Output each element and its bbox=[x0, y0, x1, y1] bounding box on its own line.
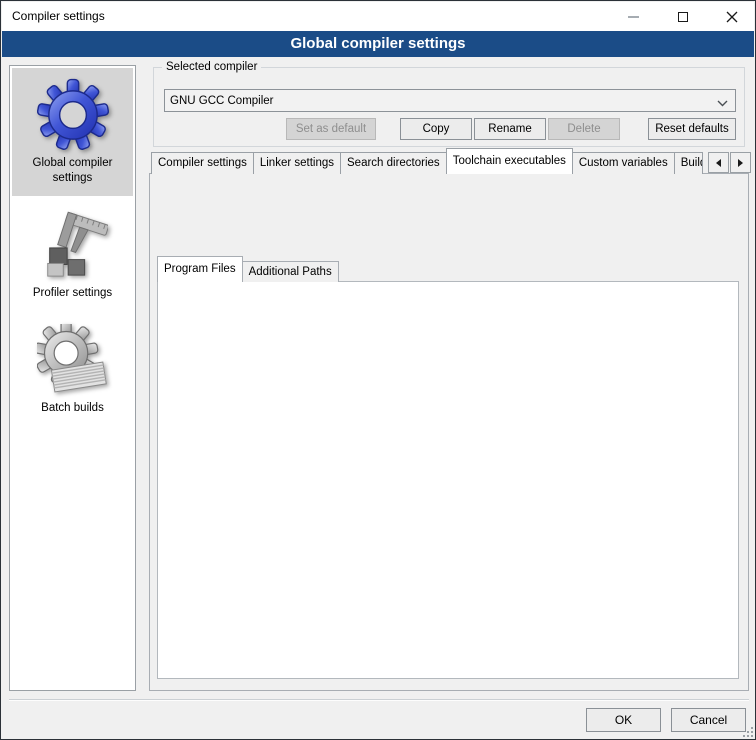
tab-scroll-left-icon bbox=[716, 159, 721, 167]
close-icon bbox=[726, 11, 738, 23]
group-legend: Selected compiler bbox=[162, 60, 261, 75]
sidebar-item-label: Batch builds bbox=[12, 399, 133, 426]
settings-sidebar: Global compiler settings Profiler settin… bbox=[9, 65, 136, 691]
rename-button[interactable]: Rename bbox=[474, 118, 546, 140]
tab-search-directories[interactable]: Search directories bbox=[340, 152, 447, 174]
minimize-icon bbox=[628, 16, 639, 18]
selected-compiler-group: Selected compiler GNU GCC Compiler Set a… bbox=[153, 67, 745, 147]
minimize-button[interactable] bbox=[611, 2, 656, 31]
tab-additional-paths[interactable]: Additional Paths bbox=[242, 261, 339, 282]
sidebar-item-label: Profiler settings bbox=[12, 284, 133, 311]
tab-scroll-right-button[interactable] bbox=[730, 152, 751, 173]
ok-button[interactable]: OK bbox=[586, 708, 661, 732]
reset-defaults-button[interactable]: Reset defaults bbox=[648, 118, 736, 140]
compiler-settings-dialog: Compiler settings Global compiler settin… bbox=[0, 0, 756, 740]
sidebar-item-profiler-settings[interactable]: Profiler settings bbox=[12, 198, 133, 311]
chevron-down-icon bbox=[717, 98, 728, 110]
tab-program-files[interactable]: Program Files bbox=[157, 256, 243, 282]
tab-custom-variables[interactable]: Custom variables bbox=[572, 152, 675, 174]
close-button[interactable] bbox=[709, 2, 754, 31]
sidebar-item-batch-builds[interactable]: Batch builds bbox=[12, 313, 133, 426]
caliper-icon bbox=[12, 206, 133, 284]
footer-divider bbox=[9, 699, 749, 700]
copy-button[interactable]: Copy bbox=[400, 118, 472, 140]
tab-toolchain-executables[interactable]: Toolchain executables bbox=[446, 148, 573, 174]
resize-grip[interactable] bbox=[743, 727, 753, 737]
set-as-default-button[interactable]: Set as default bbox=[286, 118, 376, 140]
delete-button[interactable]: Delete bbox=[548, 118, 620, 140]
maximize-icon bbox=[678, 12, 688, 22]
program-files-tabstrip: Program Files Additional Paths bbox=[157, 256, 338, 282]
tab-compiler-settings[interactable]: Compiler settings bbox=[151, 152, 254, 174]
titlebar: Compiler settings bbox=[2, 2, 754, 31]
maximize-button[interactable] bbox=[660, 2, 705, 31]
sidebar-item-label: Global compiler settings bbox=[12, 154, 133, 196]
program-files-page bbox=[157, 281, 739, 679]
cancel-button[interactable]: Cancel bbox=[671, 708, 746, 732]
sidebar-item-global-compiler-settings[interactable]: Global compiler settings bbox=[12, 68, 133, 196]
settings-tabstrip: Compiler settings Linker settings Search… bbox=[151, 148, 708, 174]
compiler-combobox-value: GNU GCC Compiler bbox=[170, 95, 274, 107]
tab-scroll-left-button[interactable] bbox=[708, 152, 729, 173]
tab-scroll-right-icon bbox=[738, 159, 743, 167]
tab-build-options[interactable]: Build options bbox=[674, 152, 703, 174]
blue-gear-icon bbox=[12, 76, 133, 154]
gray-gear-stack-icon bbox=[12, 321, 133, 399]
window-title: Compiler settings bbox=[12, 2, 105, 31]
compiler-combobox[interactable]: GNU GCC Compiler bbox=[164, 89, 736, 112]
page-title: Global compiler settings bbox=[2, 31, 754, 57]
compiler-buttons-row: Set as default Copy Rename Delete Reset … bbox=[154, 118, 744, 140]
tab-linker-settings[interactable]: Linker settings bbox=[253, 152, 341, 174]
